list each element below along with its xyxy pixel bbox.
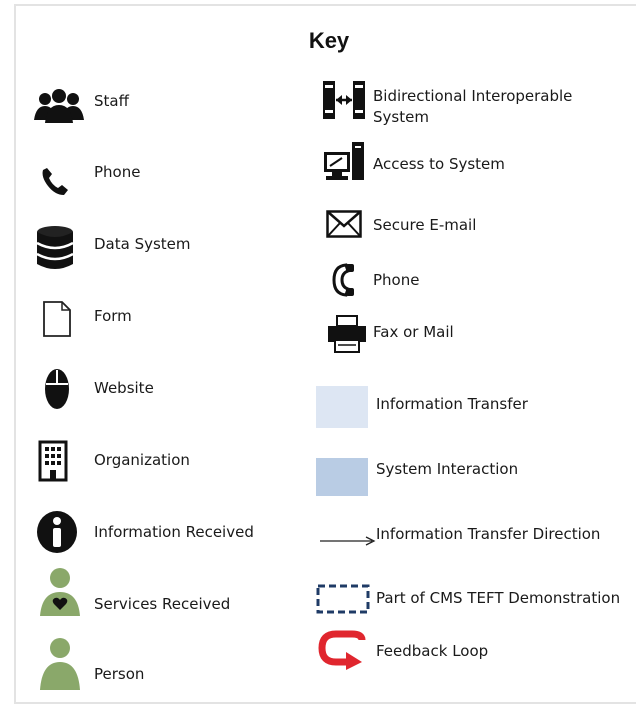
staff-icon <box>34 88 84 124</box>
legend-label-website: Website <box>94 379 154 397</box>
legend-label-transfer-direction: Information Transfer Direction <box>376 525 601 543</box>
legend-label-form: Form <box>94 307 132 325</box>
information-received-icon <box>36 510 78 554</box>
form-icon <box>42 300 72 338</box>
phone-icon <box>40 166 70 196</box>
person-icon <box>38 636 82 690</box>
legend-label-person: Person <box>94 665 145 683</box>
legend-label-bidirectional-line2: System <box>373 108 429 126</box>
legend-label-system-interaction: System Interaction <box>376 460 519 478</box>
legend-label-data-system: Data System <box>94 235 191 253</box>
phone-handset-icon <box>330 262 360 298</box>
services-received-icon <box>38 566 82 618</box>
dashed-box-icon <box>316 584 370 614</box>
legend-label-feedback-loop: Feedback Loop <box>376 642 489 660</box>
legend-label-cms-teft: Part of CMS TEFT Demonstration <box>376 589 621 607</box>
legend-label-services-received: Services Received <box>94 595 231 613</box>
legend-label-information-received: Information Received <box>94 523 254 541</box>
secure-email-icon <box>326 210 362 238</box>
feedback-loop-icon <box>318 630 368 670</box>
legend-label-fax-or-mail: Fax or Mail <box>373 323 454 341</box>
website-icon <box>44 368 70 410</box>
legend-label-phone: Phone <box>94 163 141 181</box>
legend-title: Key <box>308 28 350 53</box>
legend-label-organization: Organization <box>94 451 190 469</box>
legend-label-bidirectional-line1: Bidirectional Interoperable <box>373 87 573 105</box>
legend-label-secure-email: Secure E-mail <box>373 216 477 234</box>
legend-label-information-transfer: Information Transfer <box>376 395 528 413</box>
access-to-system-icon <box>322 140 366 182</box>
data-system-icon <box>36 226 74 270</box>
legend-label-access-to-system: Access to System <box>373 155 505 173</box>
bidirectional-system-icon <box>322 80 366 120</box>
legend-label-staff: Staff <box>94 92 129 110</box>
system-interaction-swatch <box>316 458 368 496</box>
organization-icon <box>38 440 68 482</box>
arrow-icon <box>320 534 376 546</box>
fax-icon <box>326 314 368 354</box>
legend-label-phone-right: Phone <box>373 271 420 289</box>
information-transfer-swatch <box>316 386 368 428</box>
